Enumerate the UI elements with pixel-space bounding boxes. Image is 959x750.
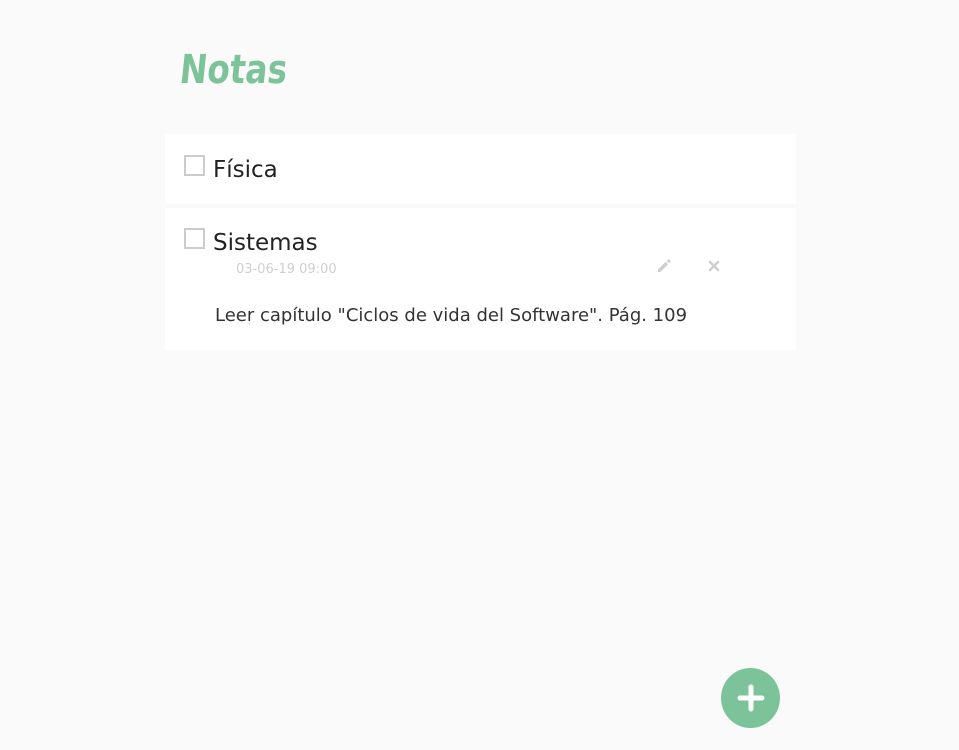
add-note-button[interactable] bbox=[721, 668, 780, 728]
note-item-expanded[interactable]: Sistemas 03-06-19 09:00 Leer capítulo "C… bbox=[165, 208, 796, 350]
note-title: Física bbox=[213, 157, 278, 183]
delete-button[interactable] bbox=[703, 255, 725, 277]
note-list: Física Sistemas 03-06-19 09:00 Leer capí… bbox=[165, 134, 796, 354]
close-icon bbox=[708, 260, 720, 272]
plus-icon bbox=[737, 684, 764, 712]
note-item[interactable]: Física bbox=[165, 134, 796, 204]
note-date: 03-06-19 09:00 bbox=[236, 262, 337, 277]
note-title: Sistemas bbox=[213, 230, 318, 256]
note-checkbox[interactable] bbox=[184, 155, 205, 176]
note-checkbox[interactable] bbox=[184, 228, 205, 249]
note-body: Leer capítulo "Ciclos de vida del Softwa… bbox=[215, 305, 688, 326]
pencil-icon bbox=[658, 259, 671, 272]
edit-button[interactable] bbox=[653, 255, 675, 277]
app-title: Notas bbox=[177, 47, 290, 93]
